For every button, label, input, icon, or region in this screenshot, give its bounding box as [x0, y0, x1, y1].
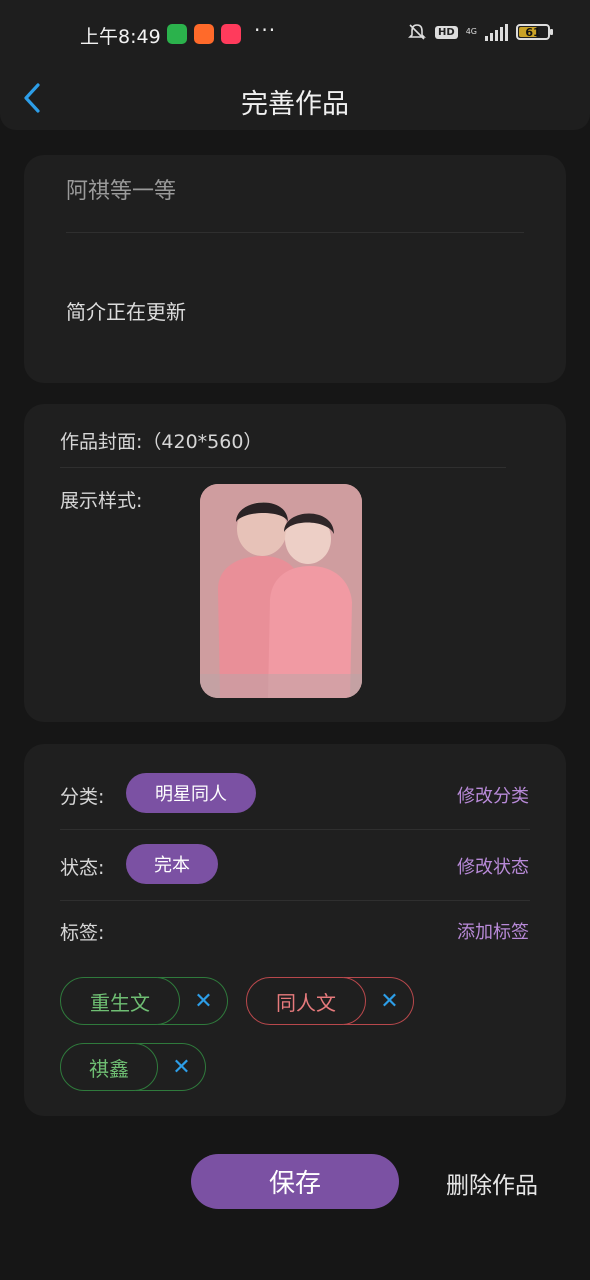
tag-label: 祺鑫 [60, 1043, 158, 1091]
category-label: 分类: [60, 786, 105, 808]
status-label: 状态: [60, 857, 105, 879]
network-indicator: 4G [465, 27, 477, 36]
divider [60, 829, 530, 830]
tags-label: 标签: [60, 922, 105, 944]
category-badge: 明星同人 [126, 773, 256, 813]
status-time: 上午8:49 [80, 26, 161, 48]
signal-icon [485, 23, 508, 41]
divider [66, 232, 524, 233]
tag-label: 重生文 [60, 977, 180, 1025]
cover-image[interactable] [200, 484, 362, 698]
add-tag-link[interactable]: 添加标签 [457, 918, 529, 944]
cover-label[interactable]: 作品封面:（420*560） [60, 427, 262, 454]
top-bar: 上午8:49 ··· HD 4G 61 完善作品 [0, 0, 590, 130]
hd-icon: HD [435, 25, 458, 39]
cover-card: 作品封面:（420*560） 展示样式: [24, 404, 566, 722]
divider [60, 467, 506, 468]
taobao-icon [194, 24, 214, 44]
work-info-card: 阿祺等一等 简介正在更新 [24, 155, 566, 383]
work-intro-input[interactable]: 简介正在更新 [66, 296, 186, 325]
battery-icon: 61 [516, 24, 553, 40]
close-icon: ✕ [380, 988, 399, 1014]
close-icon: ✕ [172, 1054, 191, 1080]
tag-chip: 祺鑫 ✕ [60, 1043, 206, 1091]
status-badge: 完本 [126, 844, 218, 884]
app-icon [221, 24, 241, 44]
more-notifications-icon: ··· [254, 18, 277, 42]
tag-label: 同人文 [246, 977, 366, 1025]
change-status-link[interactable]: 修改状态 [457, 853, 529, 879]
edit-work-screen: 上午8:49 ··· HD 4G 61 完善作品 阿祺等一等 简介正在更新 作品… [0, 0, 590, 1280]
tag-chip: 重生文 ✕ [60, 977, 228, 1025]
divider [60, 900, 530, 901]
meta-card: 分类: 明星同人 修改分类 状态: 完本 修改状态 标签: 添加标签 重生文 ✕… [24, 744, 566, 1116]
work-title-input[interactable]: 阿祺等一等 [66, 173, 176, 205]
cover-photo-illustration [200, 484, 362, 698]
close-icon: ✕ [194, 988, 213, 1014]
delete-work-button[interactable]: 删除作品 [446, 1166, 538, 1200]
preview-style-label: 展示样式: [60, 490, 143, 512]
page-title: 完善作品 [241, 89, 349, 120]
wechat-icon [167, 24, 187, 44]
tag-chip: 同人文 ✕ [246, 977, 414, 1025]
save-button[interactable]: 保存 [191, 1154, 399, 1209]
change-category-link[interactable]: 修改分类 [457, 782, 529, 808]
mute-icon [408, 24, 426, 40]
status-indicators: HD 4G 61 [407, 22, 553, 42]
